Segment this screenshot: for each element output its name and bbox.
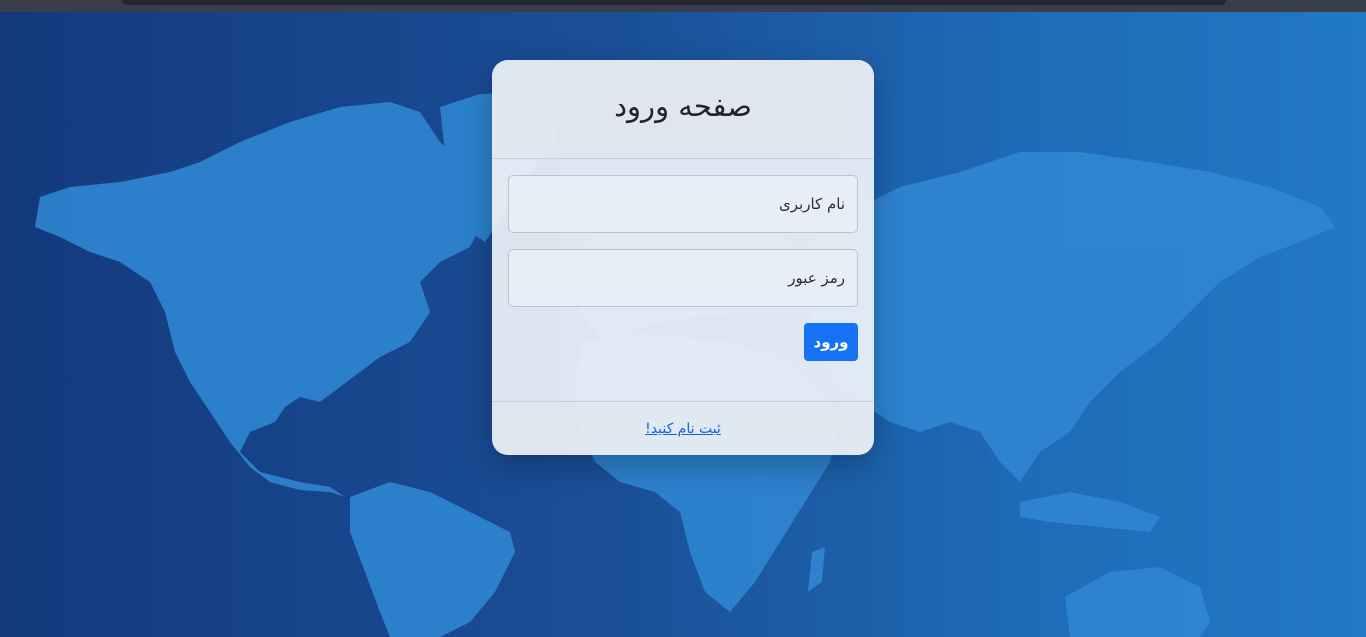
southeast-asia-islands-shape	[1020, 492, 1160, 532]
australia-shape	[1065, 567, 1210, 637]
password-input[interactable]	[508, 249, 858, 307]
browser-tab-strip	[122, 0, 1226, 5]
username-input[interactable]	[508, 175, 858, 233]
login-card-footer: ثبت نام کنید!	[492, 401, 874, 455]
browser-top-edge	[0, 0, 1366, 12]
north-america-shape	[35, 102, 480, 497]
login-button[interactable]: ورود	[804, 323, 858, 361]
login-card-header: صفحه ورود	[492, 60, 874, 159]
asia-shape	[800, 152, 1335, 482]
page-title: صفحه ورود	[614, 89, 752, 123]
login-page: صفحه ورود ورود ثبت نام کنید!	[0, 0, 1366, 637]
south-america-shape	[350, 482, 515, 637]
login-card: صفحه ورود ورود ثبت نام کنید!	[492, 60, 874, 455]
login-form: ورود	[492, 159, 874, 385]
madagascar-shape	[808, 547, 825, 592]
register-link[interactable]: ثبت نام کنید!	[645, 421, 721, 437]
